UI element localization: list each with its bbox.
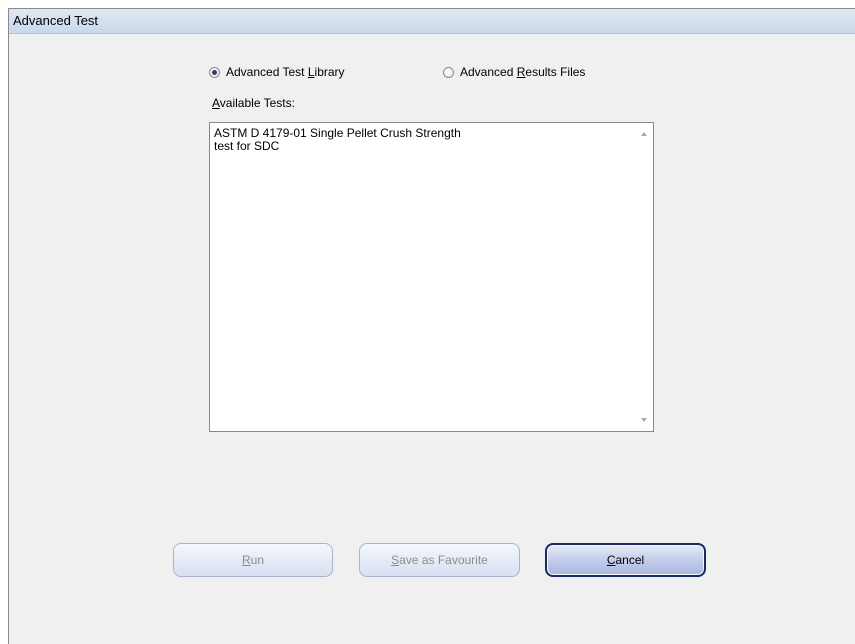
- list-item[interactable]: test for SDC: [214, 140, 461, 153]
- radio-advanced-test-library-label: Advanced Test Library: [226, 65, 345, 79]
- title-bar: Advanced Test: [9, 9, 855, 34]
- vertical-scrollbar[interactable]: [636, 123, 653, 431]
- radio-advanced-results-files[interactable]: Advanced Results Files: [443, 65, 585, 79]
- scroll-down-arrow-icon[interactable]: [641, 418, 647, 422]
- radio-advanced-results-files-label: Advanced Results Files: [460, 65, 586, 79]
- radio-selected-icon[interactable]: [209, 66, 220, 78]
- cancel-button[interactable]: Cancel: [545, 543, 706, 577]
- window-title: Advanced Test: [13, 13, 99, 28]
- available-tests-listbox[interactable]: ASTM D 4179-01 Single Pellet Crush Stren…: [209, 122, 654, 432]
- run-button[interactable]: Run: [173, 543, 333, 577]
- scroll-up-arrow-icon[interactable]: [641, 132, 647, 136]
- radio-advanced-test-library[interactable]: Advanced Test Library: [209, 65, 345, 79]
- radio-unselected-icon[interactable]: [443, 66, 454, 78]
- available-tests-label: Available Tests:: [212, 96, 295, 110]
- advanced-test-dialog: Advanced Test Advanced Test Library Adva…: [8, 8, 855, 644]
- save-as-favourite-button[interactable]: Save as Favourite: [359, 543, 520, 577]
